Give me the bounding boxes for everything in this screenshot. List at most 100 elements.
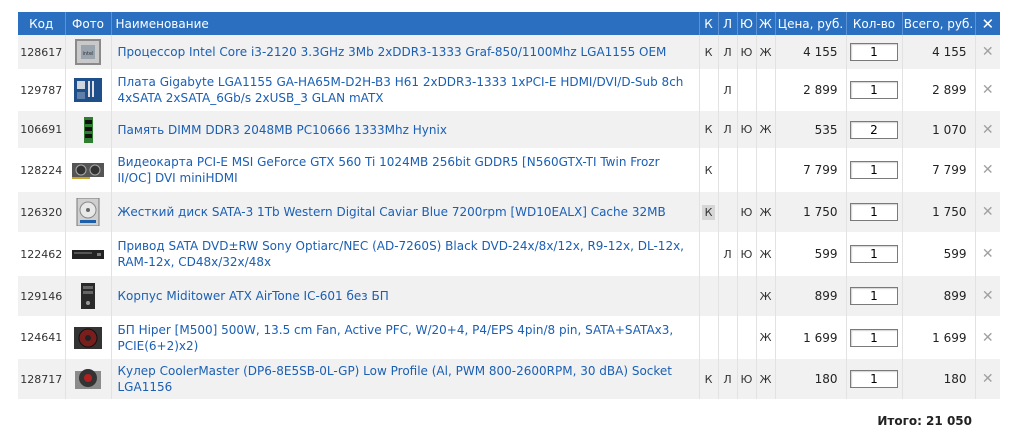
- product-price: 180: [775, 359, 847, 399]
- product-name-link[interactable]: Процессор Intel Core i3-2120 3.3GHz 3Mb …: [118, 45, 667, 59]
- product-name-link[interactable]: Память DIMM DDR3 2048MB PC10666 1333Mhz …: [118, 123, 447, 137]
- availability-flag-l: Л: [723, 45, 732, 59]
- remove-item-close-icon[interactable]: ✕: [982, 288, 994, 304]
- remove-item-close-icon[interactable]: ✕: [982, 82, 994, 98]
- flag-cell-zh: Ж: [756, 35, 776, 69]
- cart-row: 122462 Привод SATA DVD±RW Sony Optiarc/NE…: [18, 232, 1000, 276]
- col-header-flag-k: К: [699, 12, 719, 35]
- product-code: 128617: [18, 35, 66, 69]
- quantity-cell: [846, 69, 903, 111]
- product-name-link[interactable]: Жесткий диск SATA-3 1Tb Western Digital …: [118, 205, 666, 219]
- product-name-cell: БП Hiper [M500] 500W, 13.5 cm Fan, Activ…: [111, 316, 700, 359]
- quantity-cell: [846, 192, 903, 232]
- product-name-link[interactable]: Видеокарта PCI-E MSI GeForce GTX 560 Ti …: [118, 155, 660, 185]
- cart-row: 128717 Кулер CoolerMaster (DP6-8E5SB-0L-G…: [18, 359, 1000, 399]
- product-name-cell: Жесткий диск SATA-3 1Tb Western Digital …: [111, 192, 700, 232]
- pc-case-icon[interactable]: [71, 282, 105, 310]
- row-total: 1 070: [902, 111, 976, 148]
- product-name-link[interactable]: Кулер CoolerMaster (DP6-8E5SB-0L-GP) Low…: [118, 364, 673, 394]
- flag-cell-k: К: [699, 148, 719, 192]
- product-name-cell: Плата Gigabyte LGA1155 GA-HA65M-D2H-B3 H…: [111, 69, 700, 111]
- availability-flag-zh: Ж: [759, 123, 772, 136]
- optical-drive-icon[interactable]: [71, 240, 105, 268]
- flag-cell-k: [699, 316, 719, 359]
- cart-grand-total: Итого: 21 050: [877, 414, 972, 428]
- remove-item-close-icon[interactable]: ✕: [982, 204, 994, 220]
- product-photo-cell: [65, 276, 112, 316]
- availability-flag-zh: Ж: [759, 45, 772, 59]
- cpu-cooler-icon[interactable]: [71, 365, 105, 393]
- memory-icon[interactable]: [71, 116, 105, 144]
- product-photo-cell: [65, 232, 112, 276]
- remove-cell: ✕: [975, 148, 1000, 192]
- quantity-input[interactable]: [850, 161, 898, 179]
- availability-flag-l: Л: [723, 372, 732, 386]
- cart-row: 128617 intel Процессор Intel Core i3-2120 …: [18, 35, 1000, 69]
- col-header-flag-zh: Ж: [756, 12, 776, 35]
- cpu-icon[interactable]: intel: [71, 38, 105, 66]
- remove-item-close-icon[interactable]: ✕: [982, 371, 994, 387]
- cart-header-row: Код Фото Наименование К Л Ю Ж Цена, руб.…: [18, 12, 1000, 35]
- cart-row: 129787 Плата Gigabyte LGA1155 GA-HA65M-D2…: [18, 69, 1000, 111]
- remove-item-close-icon[interactable]: ✕: [982, 162, 994, 178]
- clear-cart-cell: ✕: [975, 12, 1000, 35]
- flag-cell-k: [699, 232, 719, 276]
- flag-cell-yu: [737, 316, 757, 359]
- product-name-link[interactable]: Плата Gigabyte LGA1155 GA-HA65M-D2H-B3 H…: [118, 75, 684, 105]
- remove-item-close-icon[interactable]: ✕: [982, 122, 994, 138]
- product-code: 124641: [18, 316, 66, 359]
- quantity-cell: [846, 35, 903, 69]
- flag-cell-k: К: [699, 111, 719, 148]
- clear-cart-close-icon[interactable]: ✕: [981, 15, 994, 33]
- availability-flag-zh: Ж: [759, 372, 772, 386]
- flag-cell-k: [699, 276, 719, 316]
- product-name-cell: Видеокарта PCI-E MSI GeForce GTX 560 Ti …: [111, 148, 700, 192]
- remove-cell: ✕: [975, 276, 1000, 316]
- product-price: 4 155: [775, 35, 847, 69]
- power-supply-icon[interactable]: [71, 324, 105, 352]
- product-name-link[interactable]: Корпус Miditower ATX AirTone IC-601 без …: [118, 289, 389, 303]
- quantity-input[interactable]: [850, 81, 898, 99]
- quantity-input[interactable]: [850, 328, 898, 347]
- svg-text:intel: intel: [83, 51, 94, 57]
- hard-drive-icon[interactable]: [71, 197, 105, 227]
- graphics-card-icon[interactable]: [71, 156, 105, 184]
- quantity-input[interactable]: [850, 370, 898, 388]
- product-name-link[interactable]: БП Hiper [M500] 500W, 13.5 cm Fan, Activ…: [118, 323, 674, 353]
- product-name-link[interactable]: Привод SATA DVD±RW Sony Optiarc/NEC (AD-…: [118, 239, 685, 269]
- quantity-input[interactable]: [850, 203, 898, 221]
- quantity-input[interactable]: [850, 43, 898, 61]
- product-photo-cell: intel: [65, 35, 112, 69]
- cart-row: 106691 Память DIMM DDR3 2048MB PC10666 13…: [18, 111, 1000, 148]
- availability-flag-l: Л: [723, 247, 732, 261]
- product-name-cell: Корпус Miditower ATX AirTone IC-601 без …: [111, 276, 700, 316]
- availability-flag-zh: Ж: [759, 331, 772, 344]
- quantity-input[interactable]: [850, 287, 898, 305]
- flag-cell-k: [699, 69, 719, 111]
- quantity-input[interactable]: [850, 245, 898, 263]
- quantity-cell: [846, 316, 903, 359]
- motherboard-icon[interactable]: [71, 76, 105, 104]
- flag-cell-yu: [737, 276, 757, 316]
- availability-flag-zh: Ж: [759, 247, 772, 261]
- availability-flag-yu: Ю: [740, 205, 753, 219]
- product-photo-cell: [65, 148, 112, 192]
- remove-item-close-icon[interactable]: ✕: [982, 330, 994, 346]
- remove-item-close-icon[interactable]: ✕: [982, 44, 994, 60]
- remove-cell: ✕: [975, 232, 1000, 276]
- product-code: 106691: [18, 111, 66, 148]
- availability-flag-k: К: [704, 372, 713, 386]
- flag-cell-yu: Ю: [737, 232, 757, 276]
- quantity-input[interactable]: [850, 120, 898, 139]
- quantity-cell: [846, 276, 903, 316]
- col-header-photo: Фото: [65, 12, 112, 35]
- cart-body: 128617 intel Процессор Intel Core i3-2120 …: [18, 35, 1000, 399]
- flag-cell-l: Л: [718, 35, 738, 69]
- remove-item-close-icon[interactable]: ✕: [982, 246, 994, 262]
- availability-flag-yu: Ю: [740, 372, 753, 386]
- cart-row: 129146 Корпус Miditower ATX AirTone IC-60…: [18, 276, 1000, 316]
- flag-cell-zh: [756, 69, 776, 111]
- product-photo-cell: [65, 192, 112, 232]
- product-price: 535: [775, 111, 847, 148]
- col-header-flag-l: Л: [718, 12, 738, 35]
